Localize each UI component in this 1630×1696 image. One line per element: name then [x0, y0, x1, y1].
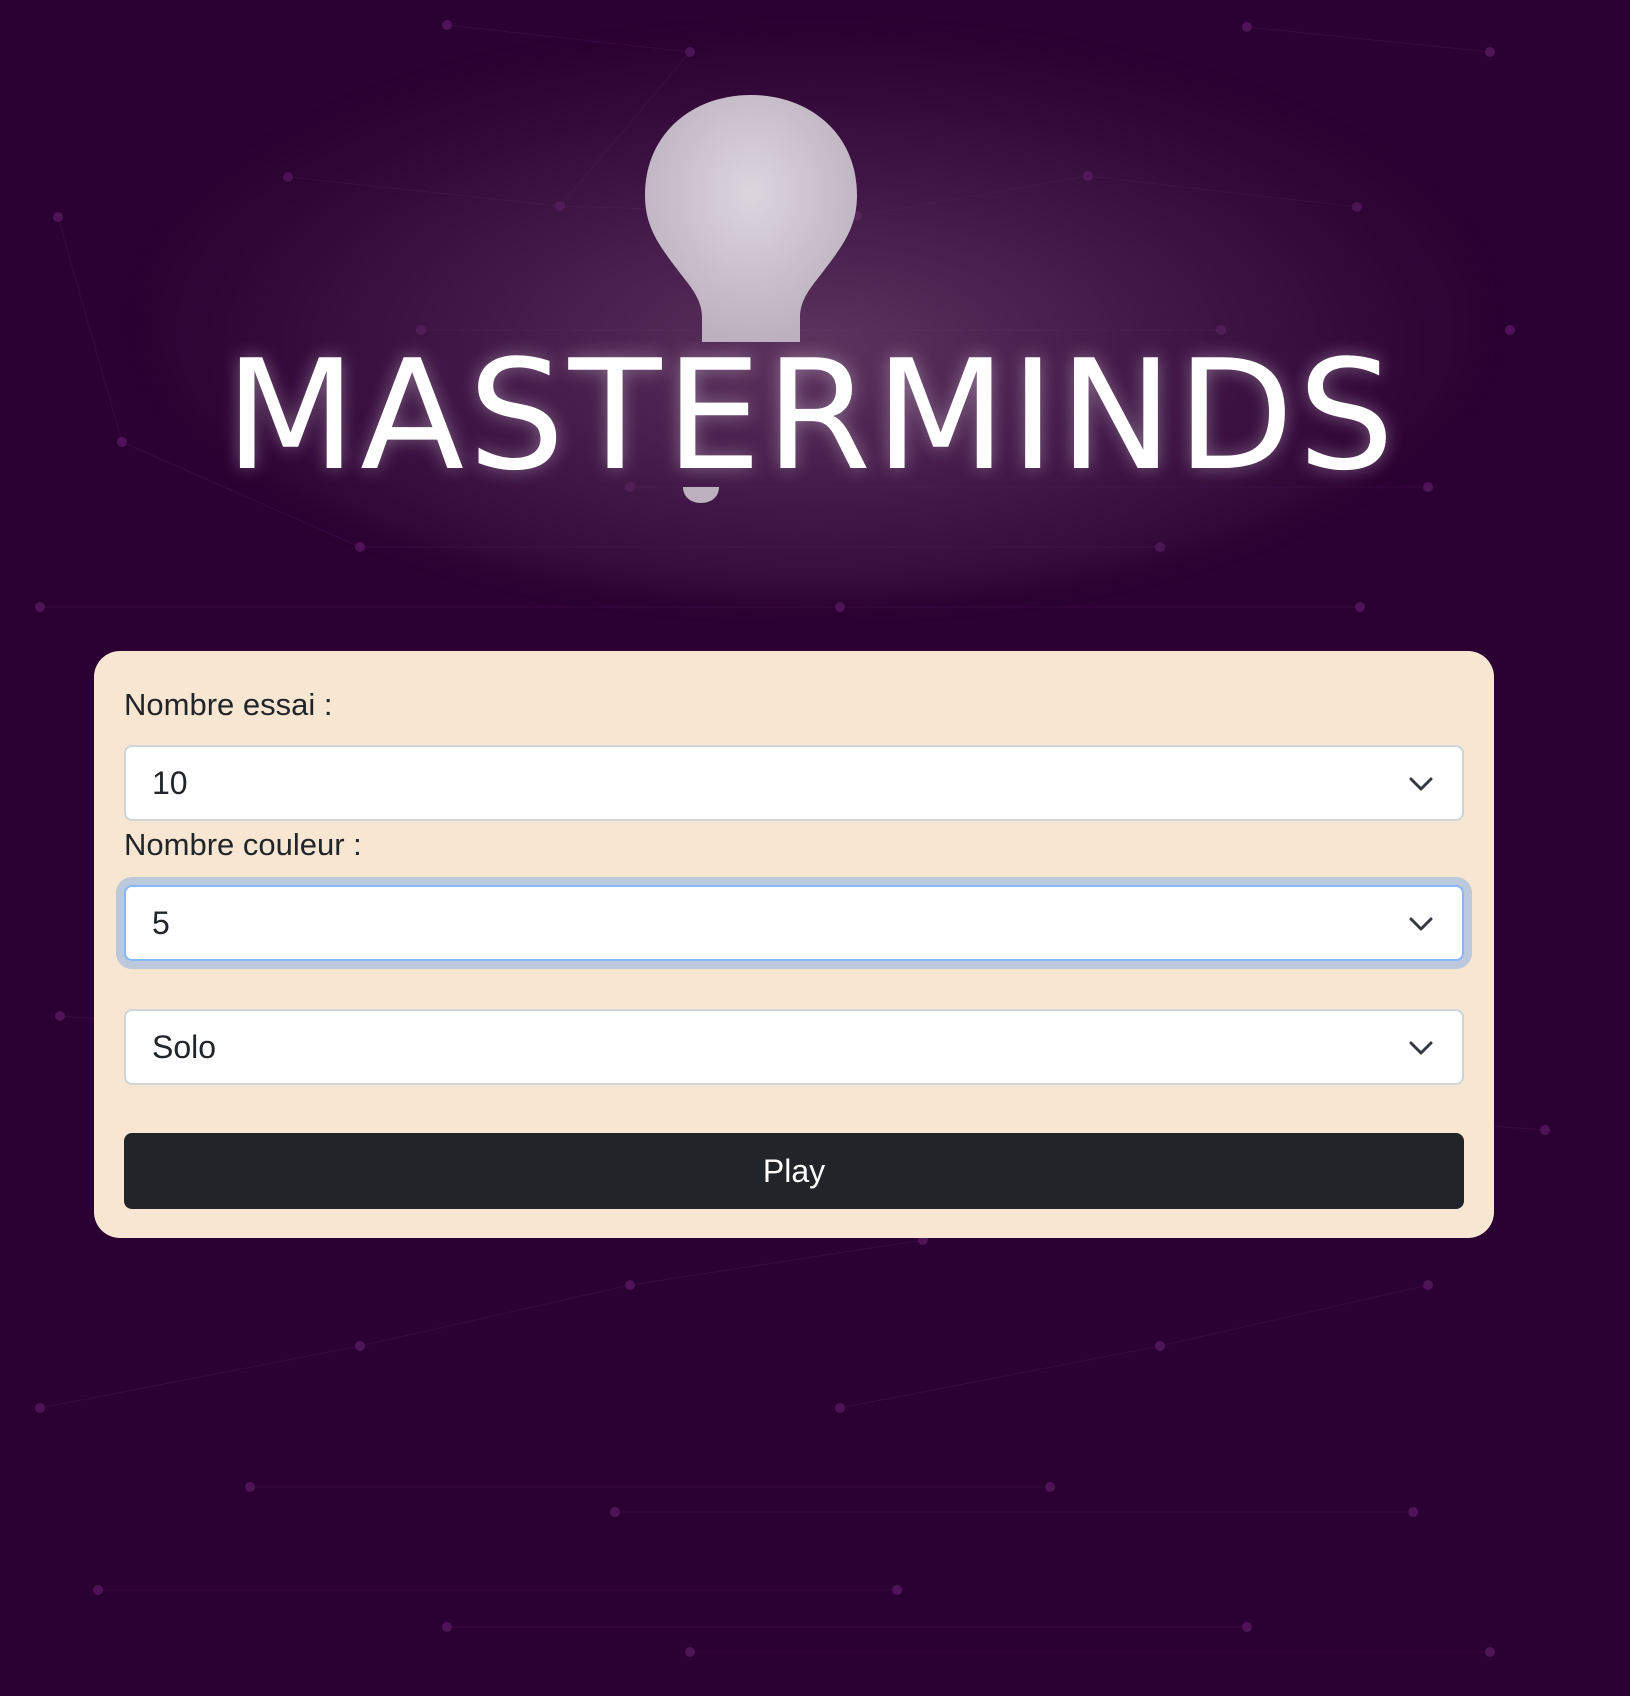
- logo-text: MASTERMINDS: [225, 327, 1399, 504]
- chevron-down-icon: [1409, 1041, 1433, 1055]
- masterminds-logo: MASTERMINDS: [225, 85, 1399, 515]
- colors-select-value: 5: [152, 905, 170, 941]
- tries-select-value: 10: [152, 765, 188, 801]
- chevron-down-icon: [1409, 777, 1433, 791]
- tries-label: Nombre essai :: [124, 687, 333, 722]
- mode-select[interactable]: Solo: [124, 1009, 1464, 1085]
- play-button[interactable]: Play: [124, 1133, 1464, 1209]
- colors-select[interactable]: 5: [124, 885, 1464, 961]
- mode-select-value: Solo: [152, 1029, 217, 1065]
- colors-label: Nombre couleur :: [124, 827, 362, 862]
- settings-card: Nombre essai : 10 Nombre couleur : 5 Sol…: [94, 651, 1494, 1238]
- tries-select[interactable]: 10: [124, 745, 1464, 821]
- chevron-down-icon: [1409, 917, 1433, 931]
